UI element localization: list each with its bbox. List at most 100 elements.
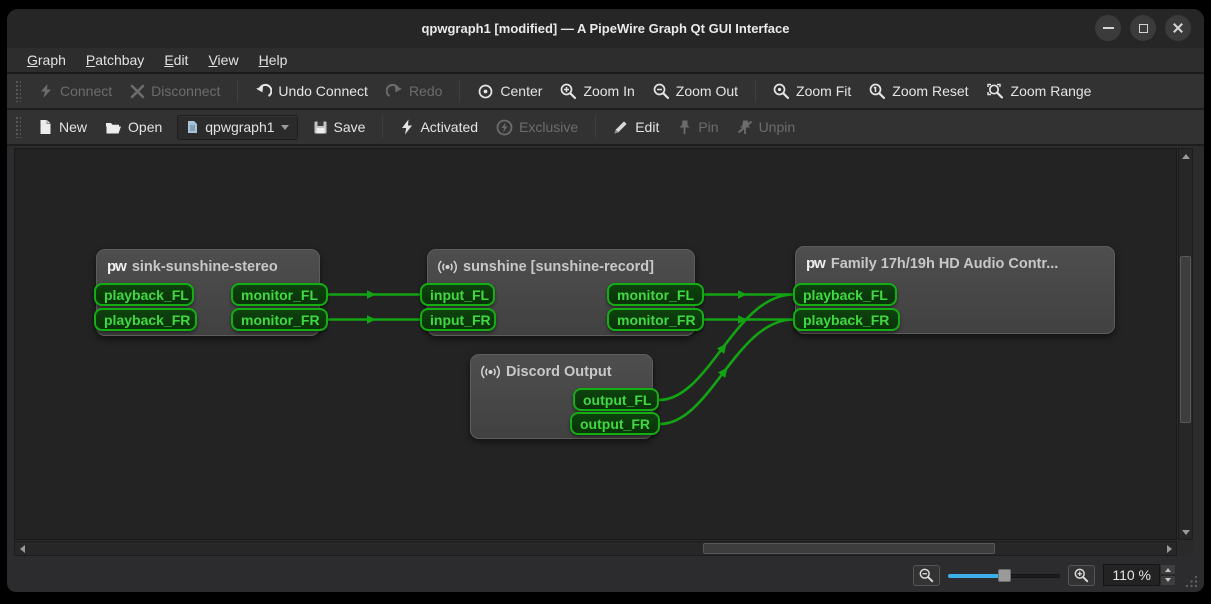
- app-window: qpwgraph1 [modified] — A PipeWire Graph …: [7, 9, 1204, 592]
- toolbar-separator: [755, 80, 756, 102]
- spin-up-button[interactable]: [1160, 564, 1176, 575]
- horizontal-scrollbar[interactable]: [14, 541, 1177, 556]
- slider-handle[interactable]: [998, 569, 1011, 582]
- exclusive-bolt-icon: [496, 119, 513, 136]
- spin-down-button[interactable]: [1160, 575, 1176, 586]
- menu-graph[interactable]: Graph: [17, 50, 76, 70]
- menu-view[interactable]: View: [198, 50, 248, 70]
- toolbar-drag-handle[interactable]: [15, 80, 21, 102]
- menu-edit[interactable]: Edit: [154, 50, 198, 70]
- node-title: sunshine [sunshine-record]: [463, 259, 654, 275]
- port-sunshine-monitor-fl[interactable]: monitor_FL: [607, 283, 704, 306]
- arrow-up-icon: [1182, 150, 1190, 159]
- arrow-down-icon: [1182, 530, 1190, 539]
- titlebar: qpwgraph1 [modified] — A PipeWire Graph …: [7, 9, 1204, 48]
- zoom-out-icon: [653, 83, 670, 100]
- open-folder-icon: [105, 120, 122, 135]
- vertical-scrollbar[interactable]: [1178, 148, 1193, 540]
- arrow-right-icon: [1167, 545, 1176, 553]
- pin-button[interactable]: Pin: [668, 114, 727, 140]
- audio-record-icon: [438, 258, 457, 276]
- activated-button[interactable]: Activated: [391, 114, 487, 140]
- arrow-down-icon: [1165, 578, 1171, 585]
- port-sunshine-monitor-fr[interactable]: monitor_FR: [607, 308, 704, 331]
- redo-button[interactable]: Redo: [377, 78, 451, 104]
- edit-pencil-icon: [613, 119, 629, 135]
- unpin-button[interactable]: Unpin: [728, 114, 805, 140]
- toolbar-separator: [595, 116, 596, 138]
- minimize-button[interactable]: [1095, 15, 1121, 41]
- zoom-out-button[interactable]: Zoom Out: [644, 78, 747, 105]
- port-family-playback-fl[interactable]: playback_FL: [793, 283, 897, 306]
- open-button[interactable]: Open: [96, 114, 171, 140]
- arrow-up-icon: [1165, 565, 1171, 572]
- port-sink-playback-fl[interactable]: playback_FL: [94, 283, 194, 306]
- disconnect-icon: [130, 84, 145, 99]
- zoom-slider[interactable]: [948, 567, 1060, 583]
- toolbar-separator: [237, 80, 238, 102]
- maximize-button[interactable]: [1130, 15, 1156, 41]
- new-button[interactable]: New: [29, 114, 96, 140]
- center-button[interactable]: Center: [468, 78, 551, 105]
- zoom-fit-icon: [773, 83, 790, 100]
- node-header: Discord Output: [471, 355, 652, 385]
- chevron-down-icon: [281, 125, 289, 134]
- statusbar: 110 %: [7, 558, 1204, 592]
- zoom-out-icon: [919, 568, 934, 583]
- patchbay-combobox-value: qpwgraph1: [205, 119, 274, 135]
- port-sunshine-input-fl[interactable]: input_FL: [420, 283, 495, 306]
- port-family-playback-fr[interactable]: playback_FR: [793, 308, 900, 331]
- scroll-left-button[interactable]: [15, 542, 28, 555]
- audio-record-icon: [481, 363, 500, 381]
- canvas-frame: pw sink-sunshine-stereo playback_FL play…: [14, 148, 1193, 556]
- connect-button[interactable]: Connect: [29, 78, 121, 104]
- scroll-down-button[interactable]: [1179, 526, 1192, 539]
- horizontal-scroll-thumb[interactable]: [703, 543, 995, 554]
- node-header: sunshine [sunshine-record]: [428, 250, 694, 280]
- zoom-in-button[interactable]: Zoom In: [551, 78, 643, 105]
- port-sink-playback-fr[interactable]: playback_FR: [94, 308, 197, 331]
- disconnect-button[interactable]: Disconnect: [121, 78, 229, 104]
- scrollbar-corner: [1178, 541, 1193, 556]
- node-title: Family 17h/19h HD Audio Contr...: [831, 256, 1058, 272]
- statusbar-zoom-in-button[interactable]: [1068, 565, 1095, 586]
- toolbar-graph: Connect Disconnect Undo Connect Redo Cen…: [7, 74, 1204, 110]
- port-sink-monitor-fl[interactable]: monitor_FL: [231, 283, 328, 306]
- redo-icon: [386, 83, 403, 99]
- port-discord-output-fl[interactable]: output_FL: [573, 388, 659, 411]
- zoom-value[interactable]: 110 %: [1103, 564, 1160, 586]
- zoom-reset-button[interactable]: Zoom Reset: [860, 78, 977, 105]
- toolbar-file: New Open qpwgraph1 Save Activated Exclus…: [7, 110, 1204, 146]
- slider-track-filled: [948, 574, 1004, 578]
- minimize-icon: [1103, 27, 1114, 29]
- save-button[interactable]: Save: [304, 114, 375, 140]
- main-area: pw sink-sunshine-stereo playback_FL play…: [7, 146, 1204, 558]
- patchbay-combobox[interactable]: qpwgraph1: [177, 115, 297, 140]
- statusbar-zoom-out-button[interactable]: [913, 565, 940, 586]
- resize-grip[interactable]: [1184, 574, 1198, 588]
- zoom-spinbox[interactable]: 110 %: [1103, 564, 1176, 586]
- zoom-fit-button[interactable]: Zoom Fit: [764, 78, 860, 105]
- patchbay-file-icon: [186, 120, 199, 134]
- vertical-scroll-thumb[interactable]: [1180, 256, 1191, 423]
- zoom-in-icon: [1074, 568, 1089, 583]
- node-title: Discord Output: [506, 364, 612, 380]
- scroll-up-button[interactable]: [1179, 149, 1192, 162]
- exclusive-button[interactable]: Exclusive: [487, 114, 587, 141]
- port-discord-output-fr[interactable]: output_FR: [570, 412, 660, 435]
- toolbar-drag-handle[interactable]: [15, 116, 21, 138]
- menu-patchbay[interactable]: Patchbay: [76, 50, 154, 70]
- port-sink-monitor-fr[interactable]: monitor_FR: [231, 308, 328, 331]
- undo-icon: [255, 83, 272, 99]
- toolbar-separator: [459, 80, 460, 102]
- edit-button[interactable]: Edit: [604, 114, 668, 140]
- undo-connect-button[interactable]: Undo Connect: [246, 78, 377, 104]
- port-sunshine-input-fr[interactable]: input_FR: [420, 308, 496, 331]
- graph-canvas[interactable]: pw sink-sunshine-stereo playback_FL play…: [14, 148, 1177, 540]
- menu-help[interactable]: Help: [249, 50, 298, 70]
- zoom-range-button[interactable]: Zoom Range: [978, 78, 1101, 105]
- scroll-right-button[interactable]: [1163, 542, 1176, 555]
- close-button[interactable]: [1165, 15, 1191, 41]
- connection-wires: [15, 149, 1177, 536]
- window-title: qpwgraph1 [modified] — A PipeWire Graph …: [7, 21, 1204, 36]
